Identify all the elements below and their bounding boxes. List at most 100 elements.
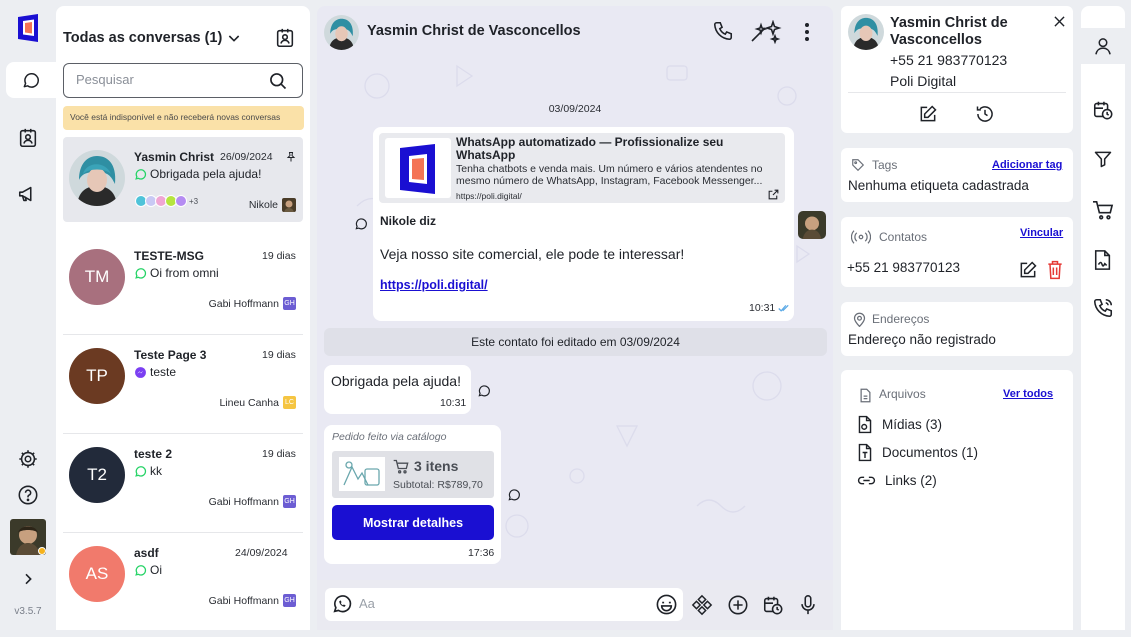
media-file-icon xyxy=(857,415,873,434)
message-incoming: Obrigada pela ajuda! 10:31 xyxy=(324,365,471,414)
message-time: 17:36 xyxy=(468,547,495,559)
whatsapp-channel-selector-icon[interactable] xyxy=(331,593,353,615)
conversation-avatar: TM xyxy=(69,249,125,305)
emoji-icon[interactable] xyxy=(655,593,678,616)
cart-icon xyxy=(1092,200,1114,220)
conversation-filter-label: Todas as conversas (1) xyxy=(63,30,223,46)
contact-card: Yasmin Christ de Vasconcellos +55 21 983… xyxy=(841,6,1073,133)
right-tool-rail xyxy=(1081,6,1125,630)
card-divider xyxy=(848,92,1066,93)
nav-chat[interactable] xyxy=(6,62,56,98)
conversation-item[interactable]: TP Teste Page 3 19 dias teste Lineu Canh… xyxy=(63,335,303,434)
message-composer xyxy=(317,580,833,630)
tags-card: Tags Adicionar tag Nenhuma etiqueta cada… xyxy=(841,148,1073,202)
whatsapp-icon xyxy=(134,465,147,478)
date-separator: 03/09/2024 xyxy=(548,103,602,115)
conversation-last-message: kk xyxy=(134,464,162,478)
conversation-item[interactable]: AS asdf 24/09/2024 Oi Gabi Hoffmann GH xyxy=(63,533,303,618)
message-time: 10:31 xyxy=(749,302,776,314)
tags-empty: Nenhuma etiqueta cadastrada xyxy=(848,178,1029,193)
nav-contacts[interactable] xyxy=(6,120,50,156)
link-preview[interactable]: WhatsApp automatizado — Profissionalize … xyxy=(379,133,785,203)
rail-schedule[interactable] xyxy=(1081,92,1125,128)
whatsapp-icon xyxy=(134,267,147,280)
contact-avatar xyxy=(848,14,884,50)
edit-contact-icon[interactable] xyxy=(918,104,938,124)
address-card: Endereços Endereço não registrado xyxy=(841,302,1073,356)
search-input[interactable] xyxy=(76,72,256,87)
app-logo[interactable] xyxy=(14,13,42,43)
pin-icon[interactable] xyxy=(285,151,297,163)
files-media-label: Mídias (3) xyxy=(882,417,943,432)
order-subtotal: Subtotal: R$789,70 xyxy=(393,479,483,491)
link-preview-description: Tenha chatbots e venda mais. Um número e… xyxy=(456,163,763,187)
whatsapp-channel-icon xyxy=(477,384,491,398)
rail-documents[interactable] xyxy=(1081,242,1125,278)
whatsapp-channel-icon xyxy=(507,488,521,502)
message-text: Veja nosso site comercial, ele pode te i… xyxy=(380,246,685,262)
link-contact-link[interactable]: Vincular xyxy=(1020,227,1063,239)
chat-panel: Yasmin Christ de Vasconcellos 03/09/2024… xyxy=(317,6,833,630)
conversation-message-text: Obrigada pela ajuda! xyxy=(150,167,262,181)
nav-settings[interactable] xyxy=(6,441,50,477)
quick-replies-icon[interactable] xyxy=(691,594,713,616)
chevron-down-icon xyxy=(226,30,242,46)
search-icon[interactable] xyxy=(268,71,288,91)
conversation-item[interactable]: Yasmin Christ 26/09/2024 Obrigada pela a… xyxy=(63,137,303,222)
conversation-message-text: teste xyxy=(150,365,177,379)
agent-name: Gabi Hoffmann xyxy=(208,297,279,310)
conversation-item[interactable]: T2 teste 2 19 dias kk Gabi Hoffmann GH xyxy=(63,434,303,533)
nav-expand[interactable] xyxy=(6,561,50,597)
external-link-icon[interactable] xyxy=(767,188,780,201)
help-icon xyxy=(17,484,39,506)
link-preview-url: https://poli.digital/ xyxy=(456,191,522,201)
agent-initials-badge: GH xyxy=(283,297,296,310)
trash-icon[interactable] xyxy=(1046,260,1064,280)
view-all-files-link[interactable]: Ver todos xyxy=(1003,388,1053,400)
chat-contact-avatar[interactable] xyxy=(324,15,359,50)
files-media[interactable]: Mídias (3) xyxy=(857,415,942,434)
files-documents-label: Documentos (1) xyxy=(882,445,979,460)
show-details-button[interactable]: Mostrar detalhes xyxy=(332,505,494,540)
messenger-icon xyxy=(134,366,147,379)
conversation-last-message: Oi xyxy=(134,563,162,577)
document-file-icon xyxy=(857,443,873,462)
close-icon[interactable] xyxy=(1054,16,1065,27)
schedule-message-icon[interactable] xyxy=(762,594,784,616)
files-links[interactable]: Links (2) xyxy=(857,471,937,490)
history-icon[interactable] xyxy=(975,104,995,124)
link-preview-logo xyxy=(385,138,451,198)
contact-book-button[interactable] xyxy=(274,27,296,49)
conversation-time: 19 dias xyxy=(262,349,296,361)
conversation-avatar: TP xyxy=(69,348,125,404)
more-tags-count: +3 xyxy=(189,196,199,206)
more-options-icon[interactable] xyxy=(799,21,815,43)
whatsapp-channel-icon xyxy=(354,217,368,231)
message-outgoing-link: WhatsApp automatizado — Profissionalize … xyxy=(373,127,794,321)
rail-cart[interactable] xyxy=(1081,192,1125,228)
rail-filter[interactable] xyxy=(1081,141,1125,177)
user-avatar[interactable] xyxy=(10,519,46,555)
conversation-name: teste 2 xyxy=(134,447,173,461)
add-tag-link[interactable]: Adicionar tag xyxy=(992,159,1062,171)
files-card: Arquivos Ver todos Mídias (3) Documentos… xyxy=(841,370,1073,630)
nav-campaigns[interactable] xyxy=(6,176,50,212)
contact-phone: +55 21 983770123 xyxy=(890,52,1008,68)
broadcast-icon xyxy=(851,230,871,244)
rail-calls[interactable] xyxy=(1081,290,1125,326)
microphone-icon[interactable] xyxy=(798,594,818,616)
agent-name: Gabi Hoffmann xyxy=(208,594,279,607)
phone-icon[interactable] xyxy=(712,20,734,42)
chat-icon xyxy=(21,70,41,90)
message-input[interactable] xyxy=(359,596,639,611)
files-documents[interactable]: Documentos (1) xyxy=(857,443,978,462)
ai-sparkles-icon[interactable] xyxy=(749,20,783,44)
edit-phone-icon[interactable] xyxy=(1018,260,1038,280)
add-circle-icon[interactable] xyxy=(727,594,749,616)
nav-help[interactable] xyxy=(6,477,50,513)
rail-contact-info[interactable] xyxy=(1081,28,1125,64)
filter-icon xyxy=(1093,149,1113,169)
conversation-filter[interactable]: Todas as conversas (1) xyxy=(63,30,242,46)
conversation-item[interactable]: TM TESTE-MSG 19 dias Oi from omni Gabi H… xyxy=(63,236,303,335)
message-link[interactable]: https://poli.digital/ xyxy=(380,278,488,292)
